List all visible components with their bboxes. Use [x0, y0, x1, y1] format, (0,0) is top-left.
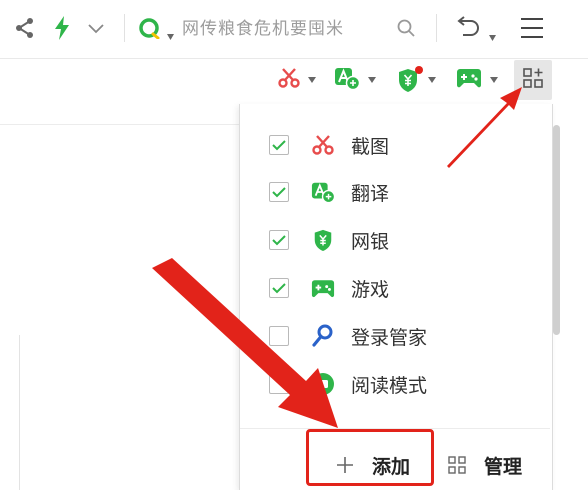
list-item[interactable]: 网银: [269, 225, 389, 255]
manage-button-label: 管理: [484, 455, 523, 478]
scissors-icon: [311, 133, 335, 157]
shield-icon: [311, 228, 335, 252]
translate-icon: [334, 65, 361, 95]
caret-down-icon[interactable]: [167, 25, 174, 40]
bolt-icon[interactable]: [52, 15, 72, 41]
toolbar-separator: [124, 14, 125, 42]
scissors-icon: [278, 67, 300, 93]
list-item[interactable]: 阅读模式: [269, 369, 427, 399]
checkmark-icon: [272, 187, 286, 198]
extension-manage-button[interactable]: [514, 60, 552, 100]
annotation-highlight-box: [306, 429, 434, 486]
checkmark-icon: [272, 283, 286, 294]
checkbox-translate[interactable]: [269, 182, 289, 202]
shield-icon: [396, 66, 423, 93]
checkbox-login-manager[interactable]: [269, 326, 289, 346]
caret-down-icon: [308, 77, 316, 83]
caret-down-icon: [368, 77, 376, 83]
gamepad-icon: [456, 67, 482, 93]
list-item[interactable]: 游戏: [269, 273, 389, 303]
checkbox-banking[interactable]: [269, 230, 289, 250]
list-item-label: 截图: [351, 135, 390, 158]
list-item[interactable]: 截图: [269, 130, 389, 160]
page-divider: [0, 124, 240, 125]
reader-icon: [311, 372, 335, 396]
toolbar-separator: [436, 14, 437, 42]
checkmark-icon: [272, 140, 286, 151]
list-item-label: 登录管家: [351, 326, 428, 349]
checkbox-reader-mode[interactable]: [269, 374, 289, 394]
grid-add-icon: [522, 67, 544, 93]
list-item-label: 翻译: [351, 182, 390, 205]
caret-down-icon[interactable]: [489, 26, 496, 41]
menu-icon[interactable]: [519, 16, 545, 40]
list-item-label: 游戏: [351, 278, 390, 301]
list-item-label: 网银: [351, 230, 390, 253]
manage-button[interactable]: 管理: [448, 448, 522, 482]
checkbox-screenshot[interactable]: [269, 135, 289, 155]
notification-dot: [415, 66, 423, 74]
page-divider: [19, 335, 20, 490]
translate-extension-button[interactable]: [334, 64, 376, 96]
key-icon: [311, 324, 335, 348]
translate-icon: [311, 180, 335, 204]
banking-extension-button[interactable]: [396, 64, 436, 96]
share-icon[interactable]: [14, 16, 36, 40]
undo-icon[interactable]: [454, 14, 482, 42]
caret-down-icon: [490, 77, 498, 83]
panel-scrollbar[interactable]: [553, 125, 560, 335]
checkbox-game[interactable]: [269, 278, 289, 298]
game-extension-button[interactable]: [456, 64, 498, 96]
checkmark-icon: [272, 235, 286, 246]
search-engine-icon[interactable]: [138, 17, 160, 40]
chevron-down-icon[interactable]: [86, 18, 106, 38]
caret-down-icon: [428, 77, 436, 83]
screenshot-extension-button[interactable]: [278, 64, 316, 96]
browser-toolbar: [0, 0, 588, 58]
gamepad-icon: [311, 276, 335, 300]
grid-icon: [448, 456, 466, 474]
search-input[interactable]: [182, 17, 392, 41]
list-item[interactable]: 翻译: [269, 177, 389, 207]
list-item-label: 阅读模式: [351, 374, 428, 397]
search-icon[interactable]: [396, 18, 416, 38]
list-item[interactable]: 登录管家: [269, 321, 427, 351]
